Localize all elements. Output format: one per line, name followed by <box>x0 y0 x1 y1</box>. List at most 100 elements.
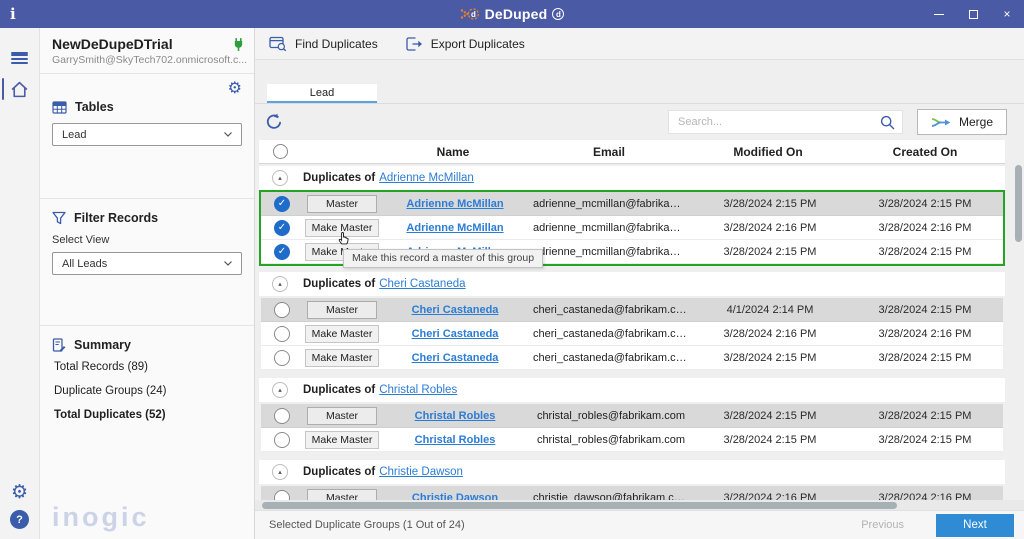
master-toggle-button[interactable]: Make Master <box>304 430 380 449</box>
maximize-button[interactable] <box>956 0 990 28</box>
duplicate-record-row: Make Master Cheri Castaneda cheri_castan… <box>261 322 1003 346</box>
export-duplicates-label: Export Duplicates <box>430 36 525 51</box>
maximize-icon <box>968 9 978 19</box>
find-duplicates-button[interactable]: Find Duplicates <box>269 36 378 51</box>
duplicate-record-row: Master Cheri Castaneda cheri_castaneda@f… <box>261 298 1003 322</box>
vertical-scrollbar-thumb[interactable] <box>1015 165 1022 242</box>
row-checkbox[interactable] <box>274 219 290 236</box>
grid-footer: Selected Duplicate Groups (1 Out of 24) … <box>255 510 1024 539</box>
record-created-on: 3/28/2024 2:15 PM <box>878 303 972 316</box>
svg-text:d: d <box>471 10 476 19</box>
sidebar: NewDeDupeDTrial GarrySmith@SkyTech702.on… <box>40 28 255 539</box>
settings-gear-icon[interactable]: ⚙ <box>11 483 28 502</box>
merge-button[interactable]: Merge <box>917 109 1007 135</box>
record-modified-on: 3/28/2024 2:15 PM <box>723 409 817 422</box>
tab-lead[interactable]: Lead <box>267 84 377 103</box>
row-checkbox[interactable] <box>274 489 290 500</box>
record-created-on: 3/28/2024 2:15 PM <box>878 409 972 422</box>
master-toggle-button[interactable]: Master <box>307 194 377 213</box>
previous-button[interactable]: Previous <box>861 519 904 531</box>
record-email: cheri_castaneda@fabrikam.com <box>533 303 691 316</box>
close-button[interactable]: × <box>990 0 1024 28</box>
master-toggle-button[interactable]: Master <box>307 488 377 500</box>
duplicate-groups-stat: Duplicate Groups (24) <box>54 385 167 397</box>
duplicate-record-row: Master Christie Dawson christie_dawson@f… <box>261 486 1003 500</box>
row-checkbox[interactable] <box>274 431 290 448</box>
record-email: cheri_castaneda@fabrikam.com <box>533 351 691 364</box>
tables-section-title: Tables <box>52 100 242 114</box>
record-modified-on: 3/28/2024 2:16 PM <box>723 327 817 340</box>
record-email: christal_robles@fabrikam.com <box>536 433 686 446</box>
search-input[interactable] <box>678 116 880 128</box>
export-duplicates-icon <box>406 36 422 51</box>
collapse-group-button[interactable]: ▴ <box>272 464 288 480</box>
record-email: christie_dawson@fabrikam.com <box>533 491 690 501</box>
find-duplicates-label: Find Duplicates <box>295 36 378 51</box>
record-created-on: 3/28/2024 2:15 PM <box>878 197 972 210</box>
hamburger-menu-button[interactable] <box>0 38 40 68</box>
record-name-link[interactable]: Adrienne McMillan <box>406 222 503 234</box>
connection-plug-icon <box>233 37 244 55</box>
view-select[interactable]: All Leads <box>52 252 242 275</box>
record-email: adrienne_mcmillan@fabrikam.com <box>533 221 693 234</box>
app-title-text: DeDuped <box>484 6 548 22</box>
record-created-on: 3/28/2024 2:16 PM <box>878 491 972 501</box>
select-all-radio[interactable] <box>272 144 288 159</box>
master-toggle-button[interactable]: Make Master <box>304 324 380 343</box>
horizontal-scrollbar-thumb[interactable] <box>262 501 897 509</box>
row-checkbox[interactable] <box>274 349 290 366</box>
minimize-button[interactable] <box>922 0 956 28</box>
collapse-group-button[interactable]: ▴ <box>272 276 288 292</box>
titlebar: i d DeDuped d × <box>0 0 1024 28</box>
record-name-link[interactable]: Adrienne McMillan <box>406 198 503 210</box>
entity-settings-gear-icon[interactable]: ⚙ <box>228 80 242 100</box>
group-record-link[interactable]: Adrienne McMillan <box>379 172 474 184</box>
record-name-link[interactable]: Cheri Castaneda <box>412 328 499 340</box>
group-record-link[interactable]: Christal Robles <box>379 384 457 396</box>
home-nav-button[interactable] <box>0 74 40 104</box>
record-email: christal_robles@fabrikam.com <box>536 409 686 422</box>
hamburger-icon <box>11 52 28 64</box>
record-name-link[interactable]: Christal Robles <box>415 410 496 422</box>
record-name-link[interactable]: Christal Robles <box>415 434 496 446</box>
table-select[interactable]: Lead <box>52 123 242 146</box>
row-checkbox[interactable] <box>274 301 290 318</box>
record-name-link[interactable]: Christie Dawson <box>412 492 498 501</box>
entity-tabbar: Lead <box>255 84 1024 104</box>
row-checkbox[interactable] <box>274 195 290 212</box>
row-checkbox[interactable] <box>274 325 290 342</box>
master-toggle-button[interactable]: Master <box>307 406 377 425</box>
row-checkbox[interactable] <box>274 243 290 260</box>
record-created-on: 3/28/2024 2:16 PM <box>878 327 972 340</box>
total-records-stat: Total Records (89) <box>54 361 148 373</box>
account-email: GarrySmith@SkyTech702.onmicrosoft.c... <box>52 54 248 66</box>
record-name-link[interactable]: Cheri Castaneda <box>412 352 499 364</box>
search-icon[interactable] <box>880 115 895 130</box>
record-modified-on: 3/28/2024 2:16 PM <box>723 221 817 234</box>
horizontal-scrollbar[interactable] <box>255 500 1024 510</box>
collapse-group-button[interactable]: ▴ <box>272 170 288 186</box>
group-record-link[interactable]: Cheri Castaneda <box>379 278 465 290</box>
record-email: cheri_castaneda@fabrikam.com <box>533 327 691 340</box>
row-checkbox[interactable] <box>274 407 290 424</box>
refresh-button[interactable] <box>263 111 285 133</box>
record-modified-on: 3/28/2024 2:15 PM <box>723 197 817 210</box>
group-title: Duplicates of Cheri Castaneda <box>303 278 466 290</box>
duplicate-group: ▴ Duplicates of Cheri Castaneda Master Ch… <box>259 272 1005 372</box>
help-button[interactable]: ? <box>10 510 29 529</box>
duplicate-record-row: Master Christal Robles christal_robles@f… <box>261 404 1003 428</box>
find-duplicates-icon <box>269 36 287 51</box>
account-name: NewDeDupeDTrial <box>52 36 173 52</box>
group-header: ▴ Duplicates of Adrienne McMillan <box>259 166 1005 190</box>
collapse-group-button[interactable]: ▴ <box>272 382 288 398</box>
inogic-i-logo: i <box>10 5 16 23</box>
group-record-link[interactable]: Christie Dawson <box>379 466 463 478</box>
record-name-link[interactable]: Cheri Castaneda <box>412 304 499 316</box>
next-button[interactable]: Next <box>936 513 1014 537</box>
selection-status: Selected Duplicate Groups (1 Out of 24) <box>269 519 465 531</box>
master-toggle-button[interactable]: Master <box>307 300 377 319</box>
record-created-on: 3/28/2024 2:15 PM <box>878 351 972 364</box>
export-duplicates-button[interactable]: Export Duplicates <box>406 37 525 51</box>
master-toggle-button[interactable]: Make Master <box>304 348 380 367</box>
record-created-on: 3/28/2024 2:16 PM <box>878 221 972 234</box>
